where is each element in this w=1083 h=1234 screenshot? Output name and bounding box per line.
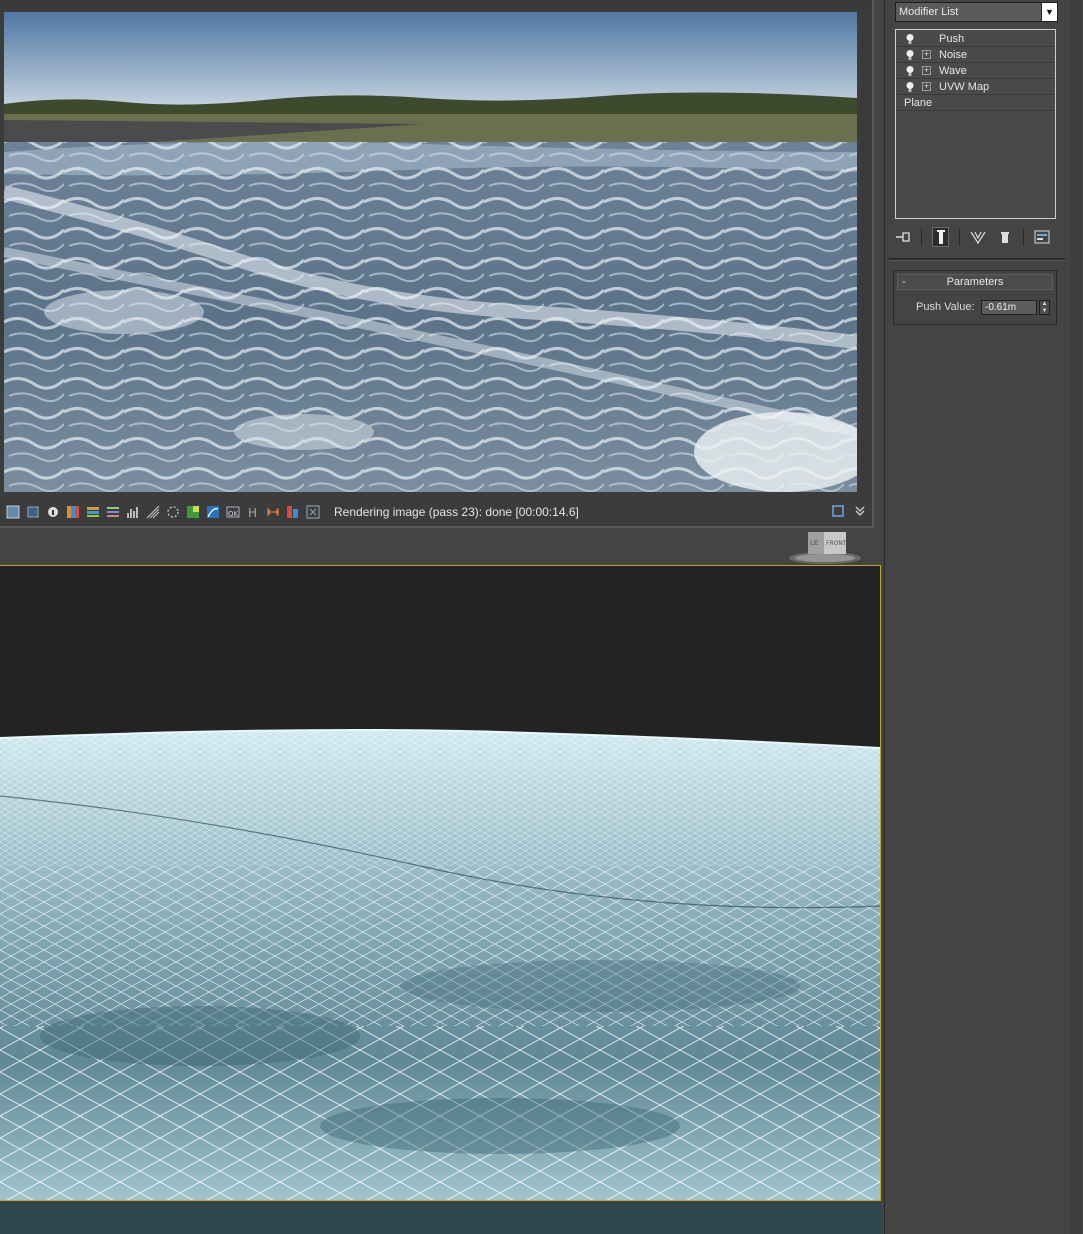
stack-item-label: Push	[939, 32, 965, 45]
viewcube-front-label: FRONT	[826, 540, 847, 547]
stack-item-label: Plane	[904, 96, 933, 109]
push-value-spinner[interactable]: ▲ ▼	[1039, 300, 1050, 315]
configure-sets-icon[interactable]	[1034, 227, 1050, 247]
panel-divider	[889, 258, 1065, 261]
show-end-result-icon[interactable]	[932, 227, 950, 247]
save-icon[interactable]	[6, 505, 20, 519]
modifier-list-dropdown[interactable]: Modifier List ▼	[895, 2, 1058, 22]
chevron-down-icon[interactable]: ▼	[1041, 3, 1057, 21]
toolbar-separator	[959, 228, 960, 246]
stack-toolbar	[895, 226, 1060, 248]
h-icon[interactable]: H	[246, 505, 260, 520]
pin-stack-icon[interactable]	[895, 227, 911, 247]
svg-text:OK: OK	[228, 510, 239, 518]
rollout-title: Parameters	[946, 276, 1004, 288]
expand-plus-icon[interactable]: +	[922, 50, 931, 59]
color-correction-icon[interactable]	[66, 505, 80, 519]
frame-buffer-titlebar	[0, 0, 872, 10]
copy-icon[interactable]	[26, 505, 40, 519]
work-area: OK H Rendering image (pass 23): done [00…	[0, 0, 882, 1234]
compare-icon[interactable]	[266, 505, 280, 519]
push-value-field[interactable]: -0.61m	[981, 300, 1037, 315]
stamp-icon[interactable]	[146, 505, 160, 519]
lightbulb-icon[interactable]	[905, 81, 915, 93]
stack-item-plane[interactable]: Plane	[897, 95, 1054, 111]
perspective-viewport[interactable]	[0, 565, 881, 1201]
render-status-text: Rendering image (pass 23): done [00:00:1…	[334, 505, 579, 519]
modifier-stack: Push + Noise + Wave + UVW Map Plane	[895, 29, 1056, 219]
frame-buffer-scrollbar[interactable]	[861, 12, 870, 492]
viewcube-left-label: LE	[810, 539, 818, 547]
region-icon[interactable]	[186, 505, 200, 519]
history-icon[interactable]: OK	[226, 505, 240, 519]
lightbulb-icon[interactable]	[905, 65, 915, 77]
fit-window-icon[interactable]	[832, 505, 844, 517]
stack-item-uvw-map[interactable]: + UVW Map	[897, 79, 1054, 95]
stack-item-wave[interactable]: + Wave	[897, 63, 1054, 79]
make-unique-icon[interactable]	[970, 227, 986, 247]
stack-item-label: Noise	[939, 48, 968, 61]
parameters-rollout: - Parameters Push Value: -0.61m ▲ ▼	[893, 270, 1057, 325]
rollout-toggle[interactable]: -	[898, 276, 910, 288]
frame-buffer-toolbar: OK H Rendering image (pass 23): done [00…	[0, 500, 872, 524]
frame-buffer-window: OK H Rendering image (pass 23): done [00…	[0, 0, 874, 528]
toolbar-separator	[1022, 228, 1024, 246]
toolbar-separator	[921, 228, 923, 246]
stack-item-noise[interactable]: + Noise	[897, 47, 1054, 63]
lens-effects-icon[interactable]	[166, 505, 180, 519]
push-value-label: Push Value:	[916, 301, 975, 313]
viewcube[interactable]: LE FRONT	[786, 530, 864, 566]
rendered-image	[4, 12, 857, 492]
frame-buffer-window-controls	[832, 505, 866, 517]
modifier-list-label: Modifier List	[899, 6, 959, 18]
lut-icon[interactable]	[86, 505, 100, 519]
stack-item-label: UVW Map	[939, 80, 990, 93]
exposure-icon[interactable]	[206, 505, 220, 519]
expand-icon[interactable]	[854, 505, 866, 517]
stereo-icon[interactable]	[286, 505, 300, 519]
lightbulb-icon[interactable]	[905, 33, 915, 45]
info-icon[interactable]	[46, 505, 60, 519]
remove-modifier-icon[interactable]	[996, 227, 1012, 247]
expand-plus-icon[interactable]: +	[922, 66, 931, 75]
svg-text:H: H	[248, 506, 257, 519]
track-mouse-icon[interactable]	[306, 505, 320, 519]
curves-icon[interactable]	[106, 505, 120, 519]
expand-plus-icon[interactable]: +	[922, 82, 931, 91]
spinner-down-icon[interactable]: ▼	[1040, 308, 1049, 315]
viewport-bottom-strip	[0, 1202, 881, 1234]
stack-item-label: Wave	[939, 64, 967, 77]
stack-item-push[interactable]: Push	[897, 31, 1054, 47]
command-panel-scrollbar[interactable]	[1071, 0, 1081, 1234]
rollout-header[interactable]: - Parameters	[897, 274, 1053, 290]
histogram-icon[interactable]	[126, 505, 140, 519]
lightbulb-icon[interactable]	[905, 49, 915, 61]
command-panel: Modifier List ▼ Push + Noise + Wave + UV…	[884, 0, 1083, 1234]
